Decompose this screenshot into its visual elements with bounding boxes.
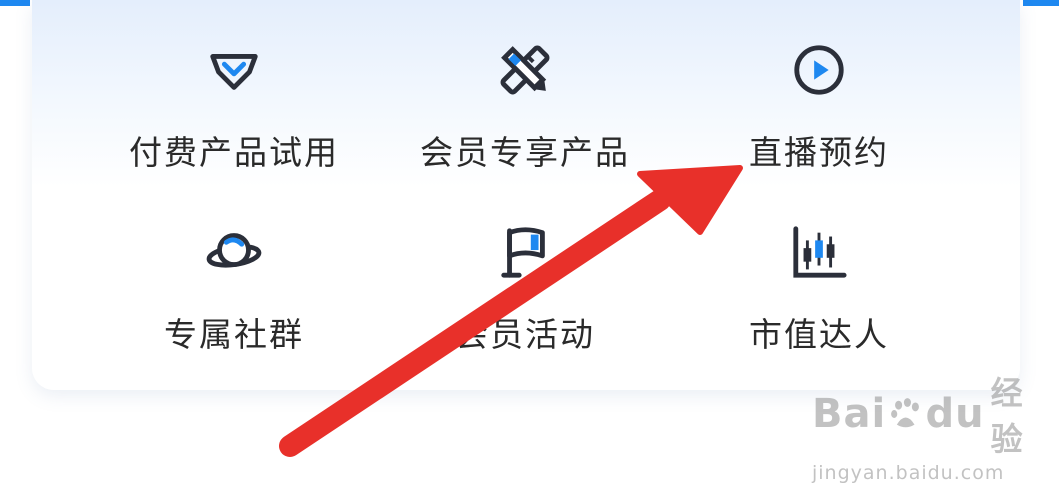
watermark-brand-left: Bai (812, 391, 887, 437)
grid-item-label: 付费产品试用 (129, 133, 339, 172)
pencil-ruler-icon (495, 40, 555, 100)
watermark-brand-right: du (925, 391, 985, 437)
grid-item-label: 会员专享产品 (420, 133, 630, 172)
watermark-url: jingyan.baidu.com (812, 462, 1005, 484)
grid-item-label: 直播预约 (749, 133, 889, 172)
top-accent-right (1023, 0, 1059, 6)
grid-item-label: 专属社群 (164, 315, 304, 354)
candlestick-chart-icon (789, 222, 849, 282)
flag-icon (495, 222, 555, 282)
paw-icon (891, 398, 920, 428)
grid-item-paid-trial[interactable]: 付费产品试用 (84, 40, 384, 200)
grid-item-label: 会员活动 (455, 315, 595, 354)
grid-item-label: 市值达人 (749, 315, 889, 354)
diamond-icon (204, 40, 264, 100)
member-benefits-card: 付费产品试用 会员专享产品 直播预约 专属社群 会员活动 市值达人 (32, 0, 1020, 390)
play-circle-icon (789, 40, 849, 100)
grid-item-exclusive-community[interactable]: 专属社群 (84, 222, 384, 382)
top-accent-left (0, 0, 30, 6)
grid-item-member-products[interactable]: 会员专享产品 (375, 40, 675, 200)
planet-icon (204, 222, 264, 282)
grid-item-live-reservation[interactable]: 直播预约 (669, 40, 969, 200)
baidu-jingyan-watermark: Bai du 经验 jingyan.baidu.com (812, 368, 1052, 484)
grid-item-market-cap-expert[interactable]: 市值达人 (669, 222, 969, 382)
watermark-suffix: 经验 (990, 374, 1024, 458)
grid-item-member-activities[interactable]: 会员活动 (375, 222, 675, 382)
